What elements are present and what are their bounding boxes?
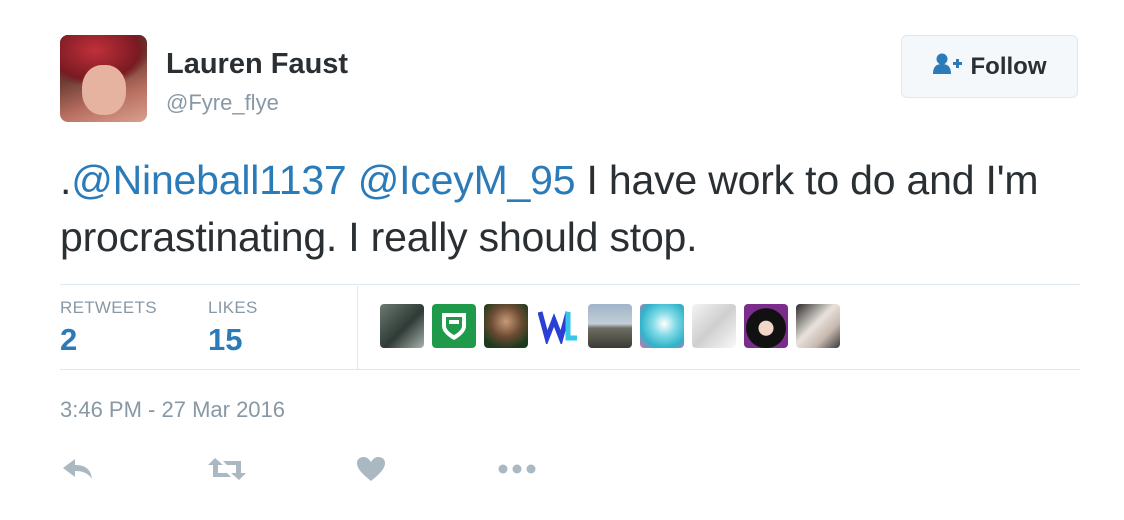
liker-avatars bbox=[380, 304, 840, 348]
retweets-count[interactable]: 2 bbox=[60, 322, 77, 358]
follow-button[interactable]: Follow bbox=[901, 35, 1078, 98]
add-user-icon bbox=[932, 53, 963, 80]
liker-avatar[interactable] bbox=[692, 304, 736, 348]
author-name[interactable]: Lauren Faust bbox=[166, 48, 348, 81]
stats-divider bbox=[357, 286, 358, 369]
tweet-text: .@Nineball1137 @IceyM_95 I have work to … bbox=[60, 152, 1080, 266]
liker-avatar[interactable] bbox=[536, 304, 580, 348]
retweets-label: RETWEETS bbox=[60, 298, 157, 317]
retweet-icon[interactable] bbox=[207, 452, 247, 486]
liker-avatar[interactable] bbox=[588, 304, 632, 348]
mention-link-nineball[interactable]: @Nineball1137 bbox=[71, 157, 347, 203]
tweet-prefix: . bbox=[60, 157, 72, 203]
liker-avatar[interactable] bbox=[640, 304, 684, 348]
more-icon[interactable] bbox=[498, 452, 536, 486]
liker-avatar[interactable] bbox=[432, 304, 476, 348]
tweet-timestamp[interactable]: 3:46 PM - 27 Mar 2016 bbox=[60, 397, 285, 423]
reply-icon[interactable] bbox=[62, 452, 94, 486]
divider-top bbox=[60, 284, 1080, 285]
avatar-face bbox=[82, 65, 126, 115]
likes-count[interactable]: 15 bbox=[208, 322, 242, 358]
like-icon[interactable] bbox=[356, 452, 386, 486]
mention-link-iceym[interactable]: @IceyM_95 bbox=[358, 157, 576, 203]
liker-avatar[interactable] bbox=[380, 304, 424, 348]
divider-bottom bbox=[60, 369, 1080, 370]
follow-button-label: Follow bbox=[970, 52, 1047, 80]
likes-label: LIKES bbox=[208, 298, 258, 317]
liker-avatar[interactable] bbox=[744, 304, 788, 348]
liker-avatar[interactable] bbox=[796, 304, 840, 348]
author-avatar[interactable] bbox=[60, 35, 147, 122]
liker-avatar[interactable] bbox=[484, 304, 528, 348]
author-handle[interactable]: @Fyre_flye bbox=[166, 90, 279, 116]
